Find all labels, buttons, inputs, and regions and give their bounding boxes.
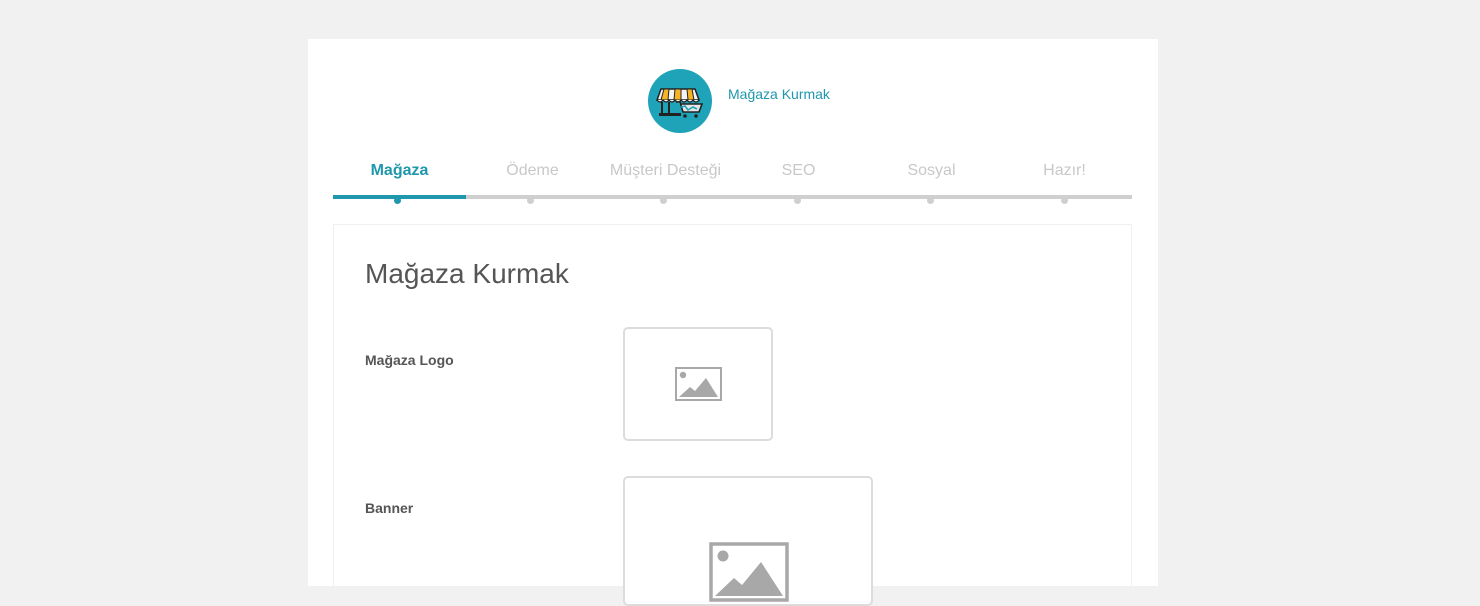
brand-title: Mağaza Kurmak	[728, 86, 830, 102]
step-odeme[interactable]: Ödeme	[466, 159, 599, 183]
step-label: SEO	[781, 162, 816, 179]
step-label: Sosyal	[907, 162, 956, 179]
step-dot	[1060, 197, 1068, 204]
setup-wizard-card: Mağaza Kurmak Mağaza Ödeme Müşteri Deste…	[308, 39, 1158, 606]
banner-upload[interactable]	[623, 476, 873, 606]
step-sosyal[interactable]: Sosyal	[865, 159, 998, 183]
step-hazir[interactable]: Hazır!	[998, 159, 1131, 183]
step-label: Mağaza	[370, 162, 429, 179]
step-seo[interactable]: SEO	[732, 159, 865, 183]
page-title: Mağaza Kurmak	[365, 258, 569, 289]
store-setup-panel: Mağaza Kurmak Mağaza Logo Banner	[333, 224, 1132, 606]
step-dot	[659, 197, 667, 204]
store-logo	[648, 69, 712, 133]
step-label: Ödeme	[506, 162, 559, 179]
step-dot	[393, 197, 401, 204]
step-label: Hazır!	[1043, 162, 1086, 179]
wizard-steps: Mağaza Ödeme Müşteri Desteği SEO Sosyal …	[333, 159, 1132, 204]
step-magaza[interactable]: Mağaza	[333, 159, 466, 183]
store-logo-label: Mağaza Logo	[365, 352, 454, 368]
image-placeholder-icon	[675, 367, 722, 401]
step-dot	[526, 197, 534, 204]
step-musteri-destegi[interactable]: Müşteri Desteği	[599, 159, 732, 183]
store-logo-upload[interactable]	[623, 327, 773, 441]
banner-label: Banner	[365, 500, 414, 516]
step-label: Müşteri Desteği	[609, 162, 722, 179]
step-dot	[926, 197, 934, 204]
step-dot	[793, 197, 801, 204]
image-placeholder-icon	[709, 542, 789, 602]
store-awning-icon	[655, 88, 704, 118]
